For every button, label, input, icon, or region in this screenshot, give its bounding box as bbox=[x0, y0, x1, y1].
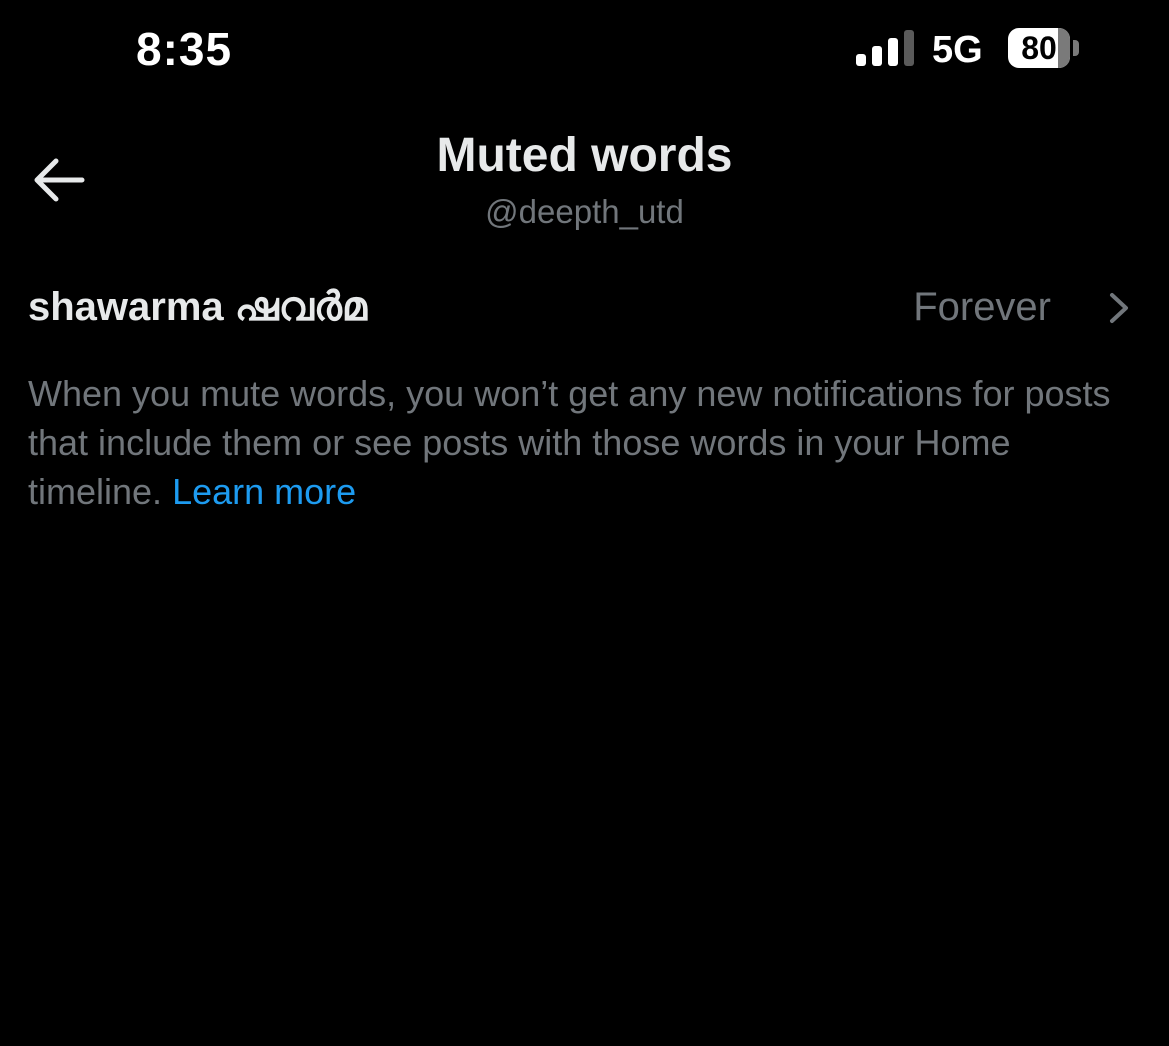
mute-duration-label: Forever bbox=[913, 285, 1051, 329]
signal-strength-icon bbox=[856, 30, 914, 66]
status-bar: 8:35 5G 80 bbox=[0, 0, 1169, 100]
battery-icon: 80 bbox=[1008, 28, 1070, 68]
learn-more-link[interactable]: Learn more bbox=[172, 471, 356, 512]
battery-level: 80 bbox=[1021, 30, 1057, 66]
account-handle: @deepth_utd bbox=[485, 193, 684, 230]
battery-cap bbox=[1073, 40, 1079, 56]
muted-words-description: When you mute words, you won’t get any n… bbox=[28, 369, 1148, 516]
muted-word-row[interactable]: shawarma ഷവർമ Forever bbox=[0, 270, 1169, 346]
page-title: Muted words bbox=[436, 129, 733, 182]
muted-word-label: shawarma ഷവർമ bbox=[28, 285, 367, 329]
network-type: 5G bbox=[932, 29, 983, 71]
status-time: 8:35 bbox=[136, 23, 233, 75]
chevron-right-icon bbox=[1110, 293, 1128, 323]
